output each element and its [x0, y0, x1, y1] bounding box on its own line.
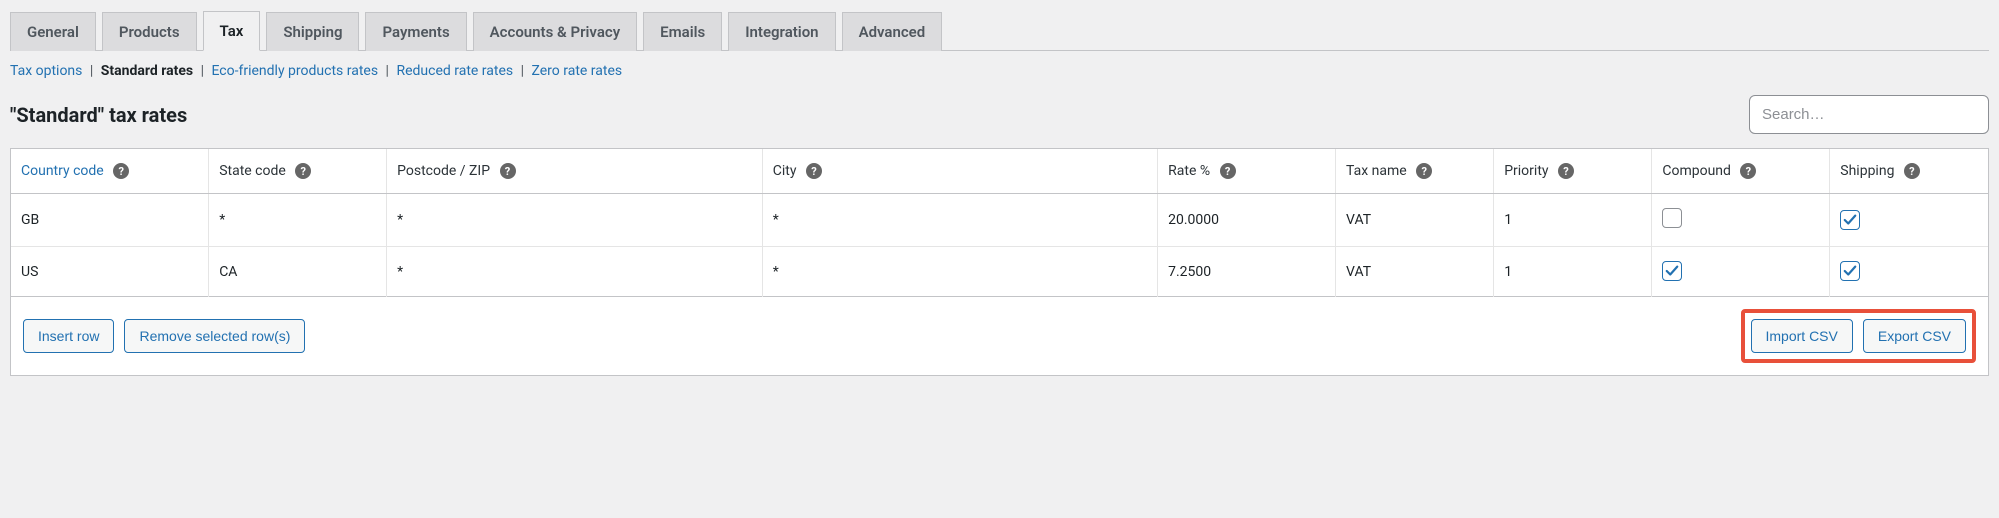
help-icon[interactable]: ? [500, 163, 516, 179]
separator: | [386, 63, 389, 79]
separator: | [90, 63, 93, 79]
col-state-label: State code [219, 163, 286, 179]
col-rate-label: Rate % [1168, 163, 1210, 179]
cell-postcode[interactable]: * [387, 194, 763, 247]
tax-sections: Tax options | Standard rates | Eco-frien… [10, 51, 1989, 89]
col-compound-label: Compound [1662, 163, 1731, 179]
col-rate: Rate % ? [1158, 149, 1336, 194]
cell-compound [1652, 194, 1830, 247]
cell-city[interactable]: * [762, 194, 1157, 247]
tab-tax[interactable]: Tax [203, 11, 261, 51]
compound-checkbox[interactable] [1662, 208, 1682, 228]
tab-advanced[interactable]: Advanced [842, 12, 943, 51]
help-icon[interactable]: ? [1558, 163, 1574, 179]
shipping-checkbox[interactable] [1840, 261, 1860, 281]
col-city-label: City [773, 163, 797, 179]
col-priority: Priority ? [1494, 149, 1652, 194]
tax-rates-table: Country code ? State code ? Postcode / Z… [10, 148, 1989, 376]
cell-shipping [1830, 247, 1988, 297]
tab-integration[interactable]: Integration [728, 12, 835, 51]
col-compound: Compound ? [1652, 149, 1830, 194]
remove-rows-button[interactable]: Remove selected row(s) [124, 319, 305, 353]
table-row[interactable]: USCA**7.2500VAT1 [11, 247, 1988, 297]
tab-payments[interactable]: Payments [365, 12, 466, 51]
col-name-label: Tax name [1346, 163, 1407, 179]
compound-checkbox[interactable] [1662, 261, 1682, 281]
section-reduced-rates[interactable]: Reduced rate rates [396, 63, 513, 79]
help-icon[interactable]: ? [1416, 163, 1432, 179]
table-header-row: Country code ? State code ? Postcode / Z… [11, 149, 1988, 194]
col-name: Tax name ? [1336, 149, 1494, 194]
cell-postcode[interactable]: * [387, 247, 763, 297]
cell-priority[interactable]: 1 [1494, 247, 1652, 297]
help-icon[interactable]: ? [113, 163, 129, 179]
search-input[interactable] [1749, 95, 1989, 134]
cell-country[interactable]: GB [11, 194, 209, 247]
help-icon[interactable]: ? [806, 163, 822, 179]
col-city: City ? [762, 149, 1157, 194]
tab-emails[interactable]: Emails [643, 12, 722, 51]
col-shipping-label: Shipping [1840, 163, 1894, 179]
tab-products[interactable]: Products [102, 12, 197, 51]
page-title: "Standard" tax rates [10, 103, 187, 127]
col-postcode-label: Postcode / ZIP [397, 163, 490, 179]
cell-name[interactable]: VAT [1336, 194, 1494, 247]
tab-general[interactable]: General [10, 12, 96, 51]
section-zero-rates[interactable]: Zero rate rates [532, 63, 623, 79]
col-postcode: Postcode / ZIP ? [387, 149, 763, 194]
tab-shipping[interactable]: Shipping [266, 12, 359, 51]
cell-state[interactable]: * [209, 194, 387, 247]
table-row[interactable]: GB***20.0000VAT1 [11, 194, 1988, 247]
export-csv-button[interactable]: Export CSV [1863, 319, 1966, 353]
shipping-checkbox[interactable] [1840, 210, 1860, 230]
insert-row-button[interactable]: Insert row [23, 319, 114, 353]
help-icon[interactable]: ? [295, 163, 311, 179]
col-country[interactable]: Country code ? [11, 149, 209, 194]
table-footer: Insert row Remove selected row(s) Import… [23, 309, 1976, 363]
col-priority-label: Priority [1504, 163, 1548, 179]
col-country-label: Country code [21, 163, 104, 179]
help-icon[interactable]: ? [1740, 163, 1756, 179]
help-icon[interactable]: ? [1904, 163, 1920, 179]
section-eco-rates[interactable]: Eco-friendly products rates [211, 63, 378, 79]
section-standard-rates[interactable]: Standard rates [101, 63, 193, 79]
help-icon[interactable]: ? [1220, 163, 1236, 179]
import-csv-button[interactable]: Import CSV [1751, 319, 1853, 353]
cell-compound [1652, 247, 1830, 297]
cell-city[interactable]: * [762, 247, 1157, 297]
col-state: State code ? [209, 149, 387, 194]
cell-shipping [1830, 194, 1988, 247]
cell-name[interactable]: VAT [1336, 247, 1494, 297]
csv-buttons-highlight: Import CSV Export CSV [1741, 309, 1977, 363]
tab-accounts-privacy[interactable]: Accounts & Privacy [473, 12, 638, 51]
col-shipping: Shipping ? [1830, 149, 1988, 194]
cell-country[interactable]: US [11, 247, 209, 297]
separator: | [521, 63, 524, 79]
cell-rate[interactable]: 7.2500 [1158, 247, 1336, 297]
cell-state[interactable]: CA [209, 247, 387, 297]
settings-tabs: General Products Tax Shipping Payments A… [10, 10, 1989, 51]
section-tax-options[interactable]: Tax options [10, 63, 82, 79]
cell-priority[interactable]: 1 [1494, 194, 1652, 247]
cell-rate[interactable]: 20.0000 [1158, 194, 1336, 247]
separator: | [201, 63, 204, 79]
